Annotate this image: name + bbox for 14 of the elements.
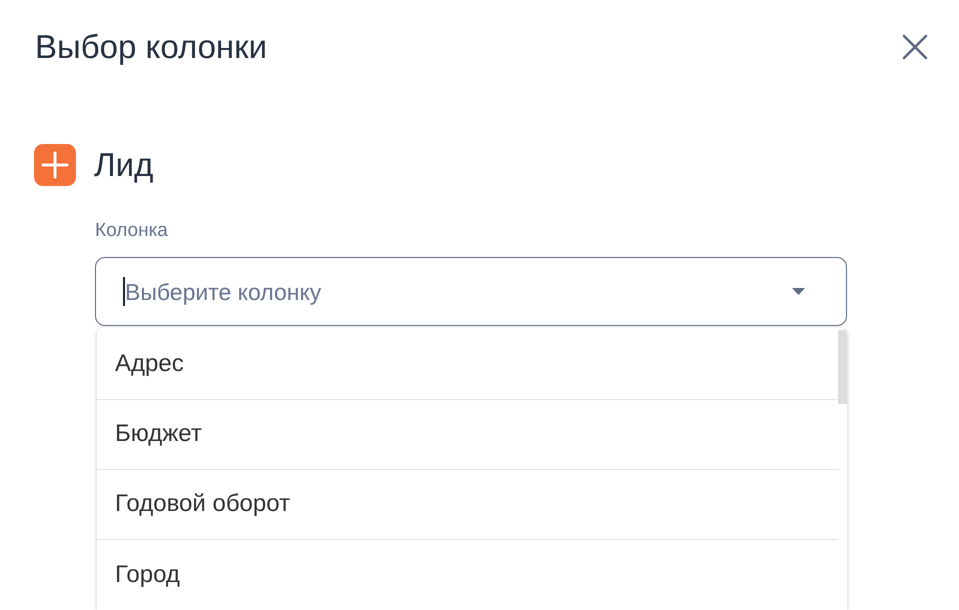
caret-icon <box>792 288 805 295</box>
close-icon <box>902 34 928 60</box>
dialog-title: Выбор колонки <box>35 27 268 67</box>
dropdown-option[interactable]: Адрес <box>97 330 838 400</box>
plus-icon <box>34 144 76 186</box>
dropdown-option[interactable]: Годовой оборот <box>97 470 838 540</box>
field-label: Колонка <box>95 220 168 243</box>
column-select[interactable]: Выберите колонку <box>95 256 847 326</box>
dropdown-option[interactable]: Бюджет <box>97 400 838 470</box>
text-cursor-icon <box>123 276 125 306</box>
dropdown-option[interactable]: Город <box>97 540 838 610</box>
close-button[interactable] <box>900 32 930 62</box>
entity-name: Лид <box>94 145 154 185</box>
scrollbar-thumb[interactable] <box>838 330 847 404</box>
